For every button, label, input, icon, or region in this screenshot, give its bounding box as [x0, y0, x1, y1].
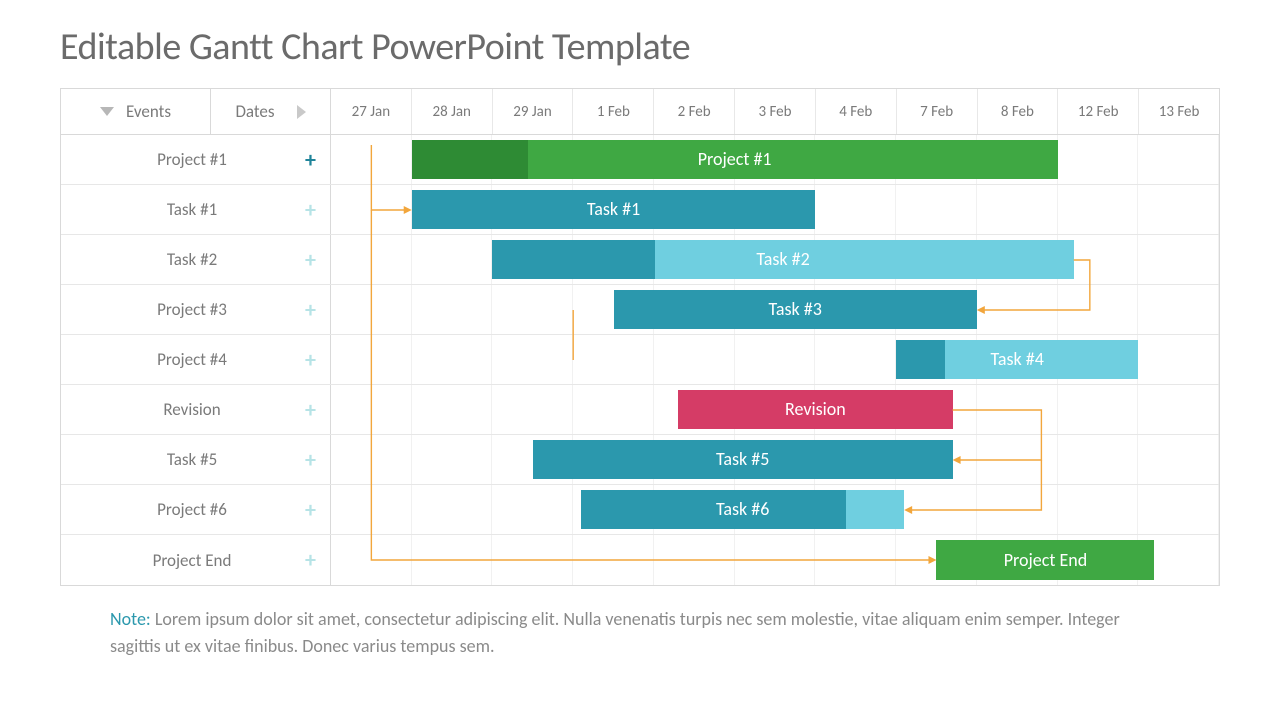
row-label-text: Task #5: [61, 449, 283, 470]
gantt-bar-label: Revision: [785, 398, 846, 420]
gantt-bar[interactable]: Task #4: [896, 340, 1138, 379]
row-label[interactable]: Project End +: [61, 535, 331, 585]
note-label: Note:: [110, 608, 151, 630]
gantt-row: Revision + Revision: [61, 385, 1219, 435]
gantt-row: Task #1 + Task #1: [61, 185, 1219, 235]
row-cells: Task #6: [331, 485, 1219, 534]
gantt-row: Project #1 + Project #1: [61, 135, 1219, 185]
row-label-text: Project #6: [61, 499, 283, 520]
row-cells: Task #4: [331, 335, 1219, 384]
row-cells: Task #3: [331, 285, 1219, 334]
row-label[interactable]: Task #2 +: [61, 235, 331, 284]
date-cell: 1 Feb: [573, 89, 654, 134]
gantt-row: Project #4 + Task #4: [61, 335, 1219, 385]
gantt-bar-progress: [581, 490, 846, 529]
date-cell: 28 Jan: [412, 89, 493, 134]
gantt-bar-label: Project #1: [698, 148, 772, 170]
date-cell: 2 Feb: [654, 89, 735, 134]
gantt-bar[interactable]: Task #3: [614, 290, 977, 329]
row-label[interactable]: Project #6 +: [61, 485, 331, 534]
gantt-bar[interactable]: Project End: [936, 540, 1154, 580]
gantt-bar[interactable]: Task #1: [412, 190, 816, 229]
plus-icon[interactable]: +: [305, 549, 316, 571]
row-label-text: Project #4: [61, 349, 283, 370]
gantt-bar[interactable]: Task #2: [492, 240, 1073, 279]
gantt-bar-label: Task #1: [587, 198, 640, 220]
row-cells: Task #1: [331, 185, 1219, 234]
note-text: Lorem ipsum dolor sit amet, consectetur …: [110, 608, 1120, 657]
gantt-bar-label: Task #5: [716, 448, 769, 470]
chevron-down-icon[interactable]: [100, 107, 114, 116]
note: Note: Lorem ipsum dolor sit amet, consec…: [60, 606, 1220, 660]
gantt-row: Project #3 + Task #3: [61, 285, 1219, 335]
gantt-bar[interactable]: Project #1: [412, 140, 1058, 179]
date-cell: 8 Feb: [978, 89, 1059, 134]
row-label-text: Revision: [61, 399, 283, 420]
plus-icon[interactable]: +: [305, 399, 316, 421]
date-cell: 27 Jan: [331, 89, 412, 134]
date-cell: 7 Feb: [897, 89, 978, 134]
row-label[interactable]: Task #5 +: [61, 435, 331, 484]
row-label[interactable]: Project #3 +: [61, 285, 331, 334]
row-label[interactable]: Project #4 +: [61, 335, 331, 384]
gantt-bar-label: Task #2: [756, 248, 809, 270]
gantt-row: Project #6 + Task #6: [61, 485, 1219, 535]
row-label-text: Project #1: [61, 149, 283, 170]
gantt-bar[interactable]: Task #5: [533, 440, 953, 479]
date-cell: 13 Feb: [1139, 89, 1219, 134]
gantt-bar-progress: [896, 340, 944, 379]
gantt-bar-label: Task #6: [716, 498, 769, 520]
gantt-bar[interactable]: Task #6: [581, 490, 904, 529]
chevron-right-icon[interactable]: [297, 105, 306, 119]
row-label-text: Task #2: [61, 249, 283, 270]
date-cell: 4 Feb: [816, 89, 897, 134]
gantt-bar-label: Task #3: [768, 298, 821, 320]
gantt-bar-label: Task #4: [990, 348, 1043, 370]
row-label-text: Task #1: [61, 199, 283, 220]
row-label[interactable]: Revision +: [61, 385, 331, 434]
gantt-bar-progress: [412, 140, 528, 179]
events-column-header[interactable]: Events: [61, 89, 211, 134]
dates-label: Dates: [235, 101, 274, 122]
plus-icon[interactable]: +: [305, 299, 316, 321]
row-label-text: Project #3: [61, 299, 283, 320]
gantt-row: Task #5 + Task #5: [61, 435, 1219, 485]
date-cell: 3 Feb: [735, 89, 816, 134]
date-cell: 12 Feb: [1058, 89, 1139, 134]
row-label[interactable]: Project #1 +: [61, 135, 331, 184]
date-cell: 29 Jan: [493, 89, 574, 134]
gantt-chart: Events Dates 27 Jan28 Jan29 Jan1 Feb2 Fe…: [60, 88, 1220, 586]
row-cells: Task #5: [331, 435, 1219, 484]
gantt-bar-progress: [492, 240, 655, 279]
gantt-bar[interactable]: Revision: [678, 390, 952, 429]
events-label: Events: [126, 101, 171, 122]
gantt-header: Events Dates 27 Jan28 Jan29 Jan1 Feb2 Fe…: [61, 89, 1219, 135]
row-cells: Project #1: [331, 135, 1219, 184]
row-label[interactable]: Task #1 +: [61, 185, 331, 234]
row-cells: Task #2: [331, 235, 1219, 284]
plus-icon[interactable]: +: [305, 349, 316, 371]
row-label-text: Project End: [61, 550, 283, 571]
gantt-bar-label: Project End: [1004, 549, 1087, 571]
plus-icon[interactable]: +: [305, 199, 316, 221]
plus-icon[interactable]: +: [305, 249, 316, 271]
plus-icon[interactable]: +: [305, 449, 316, 471]
gantt-row: Project End + Project End: [61, 535, 1219, 585]
plus-icon[interactable]: +: [305, 149, 316, 171]
row-cells: Project End: [331, 535, 1219, 585]
row-cells: Revision: [331, 385, 1219, 434]
gantt-row: Task #2 + Task #2: [61, 235, 1219, 285]
plus-icon[interactable]: +: [305, 499, 316, 521]
dates-column-header[interactable]: Dates: [211, 89, 331, 134]
page-title: Editable Gantt Chart PowerPoint Template: [60, 24, 1220, 70]
